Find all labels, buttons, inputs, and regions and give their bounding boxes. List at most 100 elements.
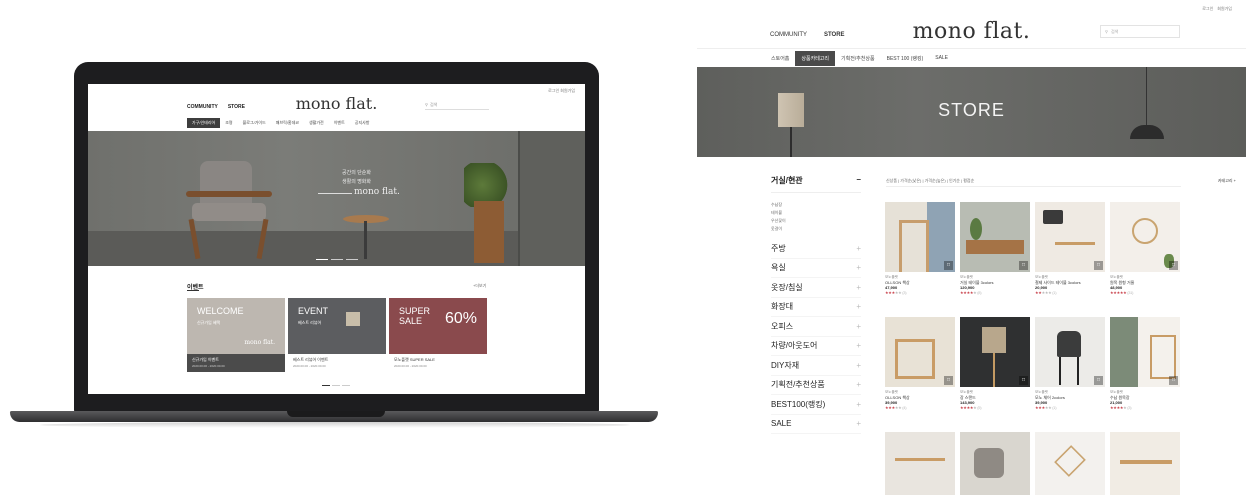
hero-dot[interactable] — [346, 259, 358, 260]
event-card-sale[interactable]: SUPER SALE 60% 모노플랫 SUPER SALE 2020.00.0… — [389, 298, 487, 379]
expand-icon[interactable]: + — [856, 322, 861, 331]
pillow-shape — [1043, 210, 1063, 224]
laptop-menu-item[interactable]: 블로그/가이드 — [238, 118, 271, 128]
expand-icon[interactable]: + — [856, 244, 861, 253]
cart-icon[interactable]: □ — [1169, 261, 1178, 270]
subcategory-item[interactable]: 우산꽂이 — [771, 217, 861, 225]
sidebar-category[interactable]: 기획전/추천상품 + — [771, 376, 861, 395]
event-card-reviewer[interactable]: EVENT 베스트 리뷰어 베스트 리뷰어 이벤트 2020.00.00 - 2… — [288, 298, 386, 379]
event-more-link[interactable]: +더보기 — [473, 283, 486, 289]
collapse-icon[interactable]: – — [857, 175, 861, 186]
event-card-date: 2020.00.00 - 2020.00.00 — [293, 364, 326, 368]
menu-sale[interactable]: SALE — [929, 51, 954, 66]
product-card[interactable] — [885, 432, 955, 495]
hero-pagination[interactable] — [316, 259, 358, 260]
review-count: (3) — [1127, 405, 1132, 410]
product-card[interactable] — [960, 432, 1030, 495]
hero-floor — [88, 231, 585, 266]
product-card[interactable]: □ 모노플랫 수납 원목장 21,000 ★★★★★ (3) — [1110, 317, 1180, 410]
signup-link[interactable]: 회원가입 — [1217, 6, 1232, 12]
event-dot[interactable] — [322, 385, 330, 386]
laptop-menu-item[interactable]: 조명 — [220, 118, 237, 128]
laptop-menu-item[interactable]: 생활가전 — [304, 118, 329, 128]
cart-icon[interactable]: □ — [1169, 376, 1178, 385]
store-util-links: 로그인 회원가입 — [1202, 6, 1232, 12]
hero-dot[interactable] — [331, 259, 343, 260]
product-card[interactable] — [1110, 432, 1180, 495]
sidebar-category[interactable]: 차량/아웃도어 + — [771, 337, 861, 356]
armchair-seat — [192, 203, 266, 221]
laptop-hero-banner[interactable]: 공간의 단순화 생활의 명화화 mono flat. — [88, 131, 585, 266]
login-link[interactable]: 로그인 — [1202, 6, 1213, 12]
laptop-notch — [287, 411, 385, 417]
hero-copy: 공간의 단순화 생활의 명화화 — [342, 169, 371, 187]
sidebar-category[interactable]: 옷장/침실 + — [771, 278, 861, 298]
product-image — [885, 432, 955, 495]
product-card[interactable]: □ 모노플랫 모노 체어 2colors 39,900 ★★★★★ (1) — [1035, 317, 1105, 410]
event-card-brand: mono flat. — [244, 339, 275, 346]
cart-icon[interactable]: □ — [944, 261, 953, 270]
hero-brand: mono flat. — [354, 187, 400, 197]
sidebar-category[interactable]: 화장대 + — [771, 298, 861, 317]
product-card[interactable]: □ 모노플랫 장 스탠드 143,900 ★★★★★ (5) — [960, 317, 1030, 410]
subcategory-item[interactable]: 테이블 — [771, 209, 861, 217]
product-card[interactable]: □ 모노플랫 거실 테이블 3colors 120,900 ★★★★★ (8) — [960, 202, 1030, 295]
subcategory-item[interactable]: 수납장 — [771, 201, 861, 209]
expand-icon[interactable]: + — [856, 400, 861, 409]
sidebar-category[interactable]: 욕실 + — [771, 259, 861, 278]
product-grid: □ 모노플랫 OLLSON 책상 47,900 ★★★★★ (3) □ 모노플랫… — [885, 202, 1180, 495]
sidebar-category[interactable]: DIY자재 + — [771, 356, 861, 376]
laptop-menu-item[interactable]: 패브릭/홈데코 — [271, 118, 304, 128]
sidebar-category[interactable]: SALE + — [771, 415, 861, 434]
product-rating: ★★★★★ (4) — [885, 405, 907, 410]
product-card[interactable]: □ 모노플랫 철제 사이드 테이블 3colors 20,900 ★★★★★ (… — [1035, 202, 1105, 295]
sidebar-category[interactable]: 주방 + — [771, 239, 861, 259]
product-card[interactable] — [1035, 432, 1105, 495]
cart-icon[interactable]: □ — [1094, 376, 1103, 385]
chair-shape — [1057, 331, 1081, 357]
laptop-menu-item[interactable]: 이벤트 — [329, 118, 350, 128]
laptop-search-input[interactable]: ⚲ 검색 — [425, 100, 489, 110]
cart-icon[interactable]: □ — [1019, 261, 1028, 270]
sort-divider — [886, 186, 1181, 187]
hero-dot[interactable] — [316, 259, 328, 260]
laptop-logo[interactable]: mono flat. — [88, 94, 585, 113]
expand-icon[interactable]: + — [856, 283, 861, 292]
sidebar-category[interactable]: 오피스 + — [771, 317, 861, 337]
store-search-input[interactable]: ⚲ 검색 — [1100, 25, 1180, 38]
expand-icon[interactable]: + — [856, 341, 861, 350]
event-card-caption: 신규가입 이벤트 2020.00.00 - 2020.00.00 — [187, 354, 285, 372]
subcategory-item[interactable]: 옷걸이 — [771, 225, 861, 233]
expand-icon[interactable]: + — [856, 380, 861, 389]
product-image: □ — [960, 317, 1030, 387]
sidebar-active-category[interactable]: 거실/현관 – — [771, 175, 861, 193]
sidebar-category[interactable]: BEST100(랭킹) + — [771, 395, 861, 415]
store-hero-banner: STORE — [697, 67, 1246, 157]
review-count: (8) — [977, 290, 982, 295]
laptop-menu-item[interactable]: 가구/인테리어 — [187, 118, 221, 128]
expand-icon[interactable]: + — [856, 419, 861, 428]
event-pagination[interactable] — [322, 385, 350, 386]
event-card-caption-text: 모노플랫 SUPER SALE — [394, 357, 435, 362]
expand-icon[interactable]: + — [856, 361, 861, 370]
cart-icon[interactable]: □ — [1019, 376, 1028, 385]
menu-exhibitions[interactable]: 기획전/추천상품 — [835, 51, 881, 66]
category-toggle[interactable]: 카테고리 + — [1218, 178, 1236, 184]
event-card-welcome[interactable]: WELCOME 신규가입 혜택 mono flat. 신규가입 이벤트 2020… — [187, 298, 285, 379]
menu-best100[interactable]: BEST 100 (랭킹) — [881, 51, 930, 66]
pendant-lamp-image — [1130, 125, 1164, 139]
product-card[interactable]: □ 모노플랫 원목 원형 거울 48,900 ★★★★★ (31) — [1110, 202, 1180, 295]
product-card[interactable]: □ 모노플랫 OLLSON 책상 47,900 ★★★★★ (3) — [885, 202, 955, 295]
event-dot[interactable] — [332, 385, 340, 386]
cart-icon[interactable]: □ — [944, 376, 953, 385]
event-dot[interactable] — [342, 385, 350, 386]
expand-icon[interactable]: + — [856, 263, 861, 272]
expand-icon[interactable]: + — [856, 302, 861, 311]
menu-store-home[interactable]: 스토어홈 — [765, 51, 795, 66]
sidebar-active-label: 거실/현관 — [771, 176, 803, 185]
sort-options[interactable]: 신상품 | 가격순(낮은) | 가격순(높은) | 인기순 | 평점순 — [886, 178, 974, 184]
menu-product-category[interactable]: 상품카테고리 — [795, 51, 836, 66]
cart-icon[interactable]: □ — [1094, 261, 1103, 270]
laptop-menu-item[interactable]: 공지사항 — [350, 118, 375, 128]
product-card[interactable]: □ 모노플랫 OLLSON 책상 39,900 ★★★★★ (4) — [885, 317, 955, 410]
